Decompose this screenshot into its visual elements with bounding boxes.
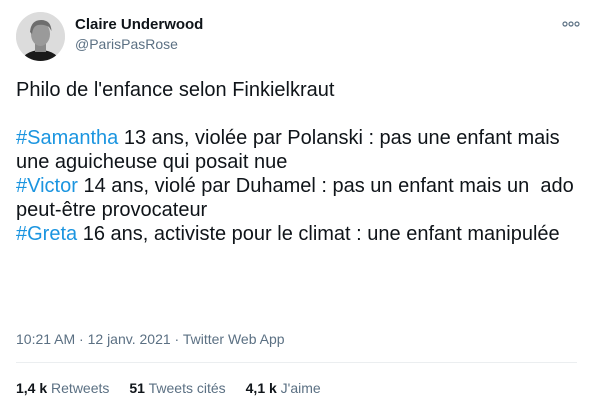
hashtag-link[interactable]: #Greta — [16, 223, 77, 245]
likes-count: 4,1 k — [245, 380, 277, 396]
divider — [16, 362, 577, 363]
author-handle[interactable]: @ParisPasRose — [75, 36, 178, 52]
retweets-label: Retweets — [51, 380, 110, 396]
tweet-date[interactable]: 12 janv. 2021 — [88, 331, 171, 347]
tweet-card: Claire Underwood @ParisPasRose Philo de … — [0, 0, 593, 409]
tweet-stats: 1,4 k Retweets 51 Tweets cités 4,1 k J'a… — [16, 380, 341, 396]
quote-tweets-stat[interactable]: 51 Tweets cités — [129, 380, 225, 396]
tweet-item-text: 14 ans, violé par Duhamel : pas un enfan… — [16, 175, 580, 221]
tweet-item-text: 16 ans, activiste pour le climat : une e… — [77, 223, 560, 245]
hashtag-link[interactable]: #Samantha — [16, 127, 118, 149]
more-options-button[interactable] — [558, 14, 584, 34]
hashtag-link[interactable]: #Victor — [16, 175, 78, 197]
retweets-count: 1,4 k — [16, 380, 48, 396]
tweet-item: #Victor 14 ans, violé par Duhamel : pas … — [16, 174, 581, 222]
more-horizontal-icon — [562, 21, 580, 27]
avatar[interactable] — [16, 12, 65, 61]
tweet-text: Philo de l'enfance selon Finkielkraut #S… — [16, 78, 581, 246]
tweet-meta: 10:21 AM · 12 janv. 2021 · Twitter Web A… — [16, 331, 285, 347]
tweet-item: #Greta 16 ans, activiste pour le climat … — [16, 222, 581, 246]
retweets-stat[interactable]: 1,4 k Retweets — [16, 380, 109, 396]
tweet-source-app[interactable]: Twitter Web App — [183, 331, 285, 347]
tweet-item: #Samantha 13 ans, violée par Polanski : … — [16, 126, 581, 174]
avatar-portrait — [16, 12, 65, 61]
likes-stat[interactable]: 4,1 k J'aime — [246, 380, 321, 396]
tweet-time[interactable]: 10:21 AM — [16, 331, 75, 347]
likes-label: J'aime — [280, 380, 321, 396]
quotes-label: Tweets cités — [148, 380, 226, 396]
meta-separator: · — [75, 331, 88, 347]
meta-separator: · — [170, 331, 183, 347]
tweet-intro: Philo de l'enfance selon Finkielkraut — [16, 79, 335, 101]
quotes-count: 51 — [129, 380, 145, 396]
author-name[interactable]: Claire Underwood — [75, 16, 203, 33]
